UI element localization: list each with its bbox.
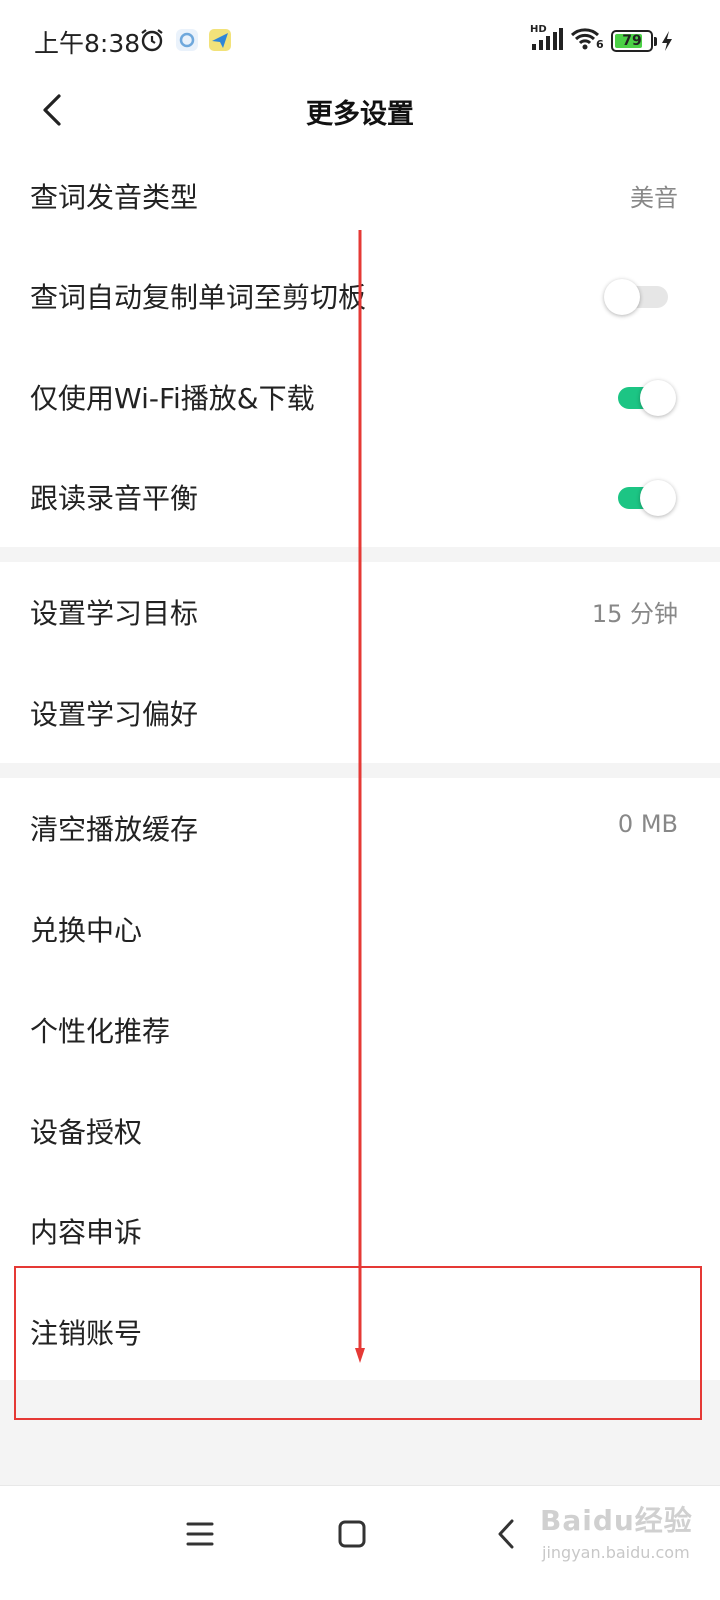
charging-icon <box>660 30 674 56</box>
battery-cap <box>654 37 657 46</box>
setting-label: 兑换中心 <box>30 914 143 947</box>
setting-label: 查词发音类型 <box>30 181 199 214</box>
network-type-label: HD <box>530 24 547 35</box>
status-time: 上午8:38 <box>34 29 141 58</box>
setting-label: 跟读录音平衡 <box>30 482 199 515</box>
annotation-arrow <box>355 230 365 1363</box>
back-chevron-icon <box>498 1519 514 1549</box>
auto-copy-toggle[interactable] <box>604 279 672 315</box>
menu-button[interactable] <box>170 1504 230 1564</box>
wifi-only-toggle[interactable] <box>614 380 676 416</box>
menu-icon <box>186 1522 214 1546</box>
watermark-url: jingyan.baidu.com <box>542 1543 690 1562</box>
setting-value: 15 分钟 <box>591 600 678 628</box>
status-bar: 上午8:38 HD 6 79 <box>0 0 720 82</box>
home-button[interactable] <box>322 1504 382 1564</box>
alarm-icon <box>139 27 165 57</box>
toggle-knob <box>640 380 676 416</box>
home-square-icon <box>338 1520 366 1548</box>
toggle-knob <box>640 480 676 516</box>
setting-label: 仅使用Wi-Fi播放&下载 <box>30 382 315 415</box>
setting-label: 设置学习偏好 <box>30 698 199 731</box>
battery-icon: 79 <box>611 30 653 52</box>
battery-level: 79 <box>622 33 642 49</box>
watermark: Baidu经验 jingyan.baidu.com <box>540 1495 715 1575</box>
title-bar: 更多设置 <box>0 82 720 138</box>
setting-label: 内容申诉 <box>30 1216 143 1249</box>
setting-label: 个性化推荐 <box>30 1015 171 1048</box>
setting-label: 清空播放缓存 <box>30 813 199 846</box>
wifi-generation-label: 6 <box>596 38 604 51</box>
toggle-knob <box>604 279 640 315</box>
signal-icon: HD <box>530 24 564 56</box>
setting-value: 美音 <box>630 184 678 212</box>
wifi-icon: 6 <box>570 26 604 56</box>
setting-label: 查词自动复制单词至剪切板 <box>30 281 367 314</box>
setting-label: 设置学习目标 <box>30 597 199 630</box>
send-app-icon <box>207 27 233 57</box>
annotation-highlight-box <box>14 1266 702 1420</box>
page-title: 更多设置 <box>306 99 414 130</box>
setting-label: 设备授权 <box>30 1116 143 1149</box>
watermark-brand: Baidu经验 <box>540 1504 693 1537</box>
nav-back-button[interactable] <box>476 1504 536 1564</box>
recording-balance-toggle[interactable] <box>614 480 676 516</box>
sync-app-icon <box>174 27 200 57</box>
setting-value: 0 MB <box>617 810 678 838</box>
